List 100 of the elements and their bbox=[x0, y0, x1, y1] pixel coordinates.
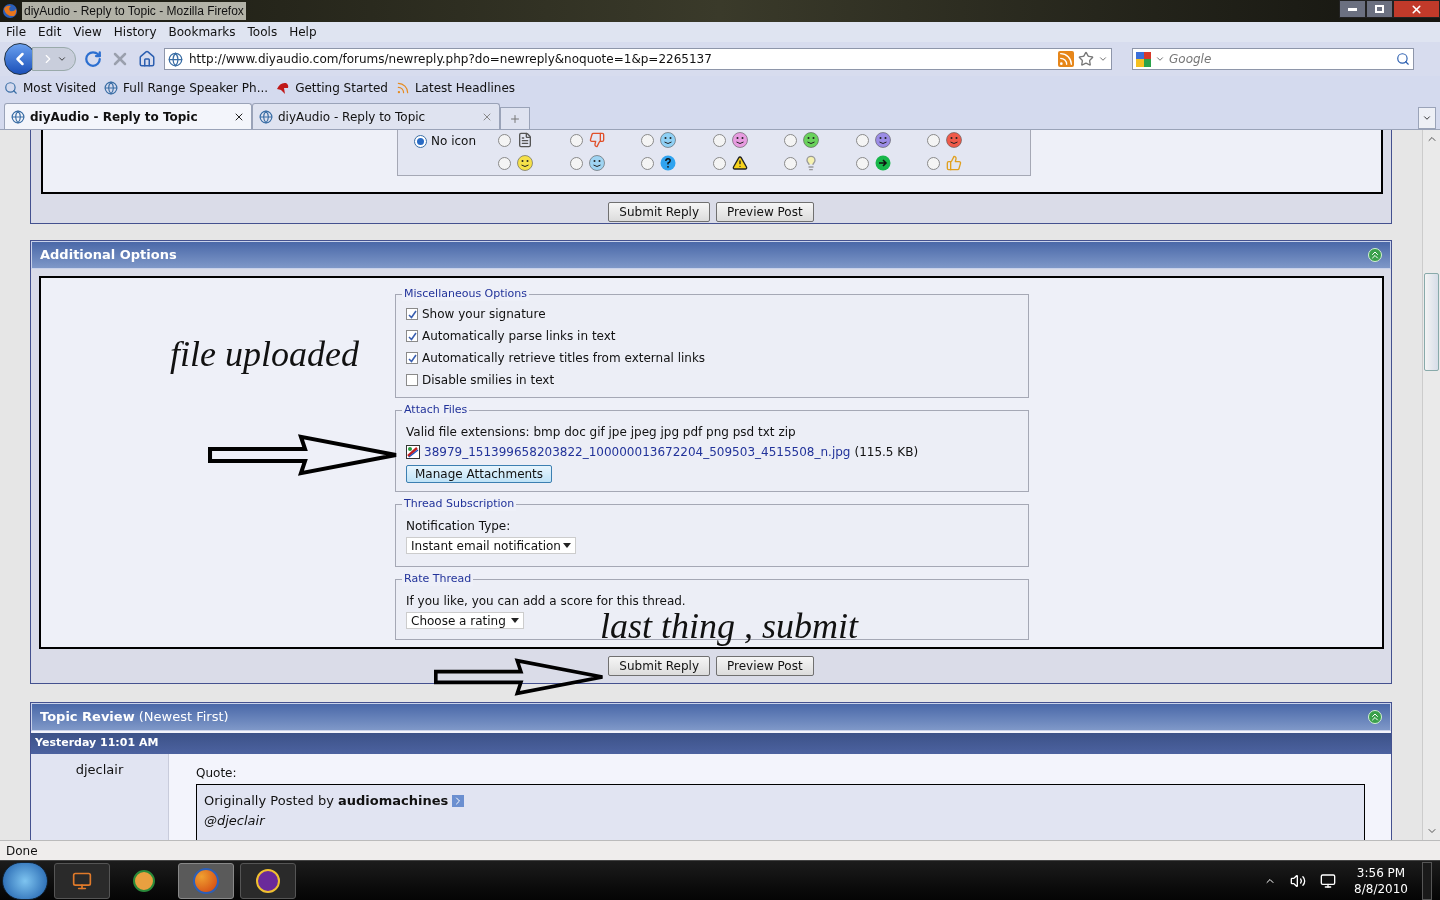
bookmark-item[interactable]: Getting Started bbox=[276, 79, 388, 97]
search-icon bbox=[1396, 52, 1410, 66]
form-button[interactable]: Submit Reply bbox=[608, 656, 710, 676]
radio-button[interactable] bbox=[641, 133, 654, 147]
sunglasses-face-icon bbox=[588, 155, 605, 171]
clock[interactable]: 3:56 PM 8/8/2010 bbox=[1354, 864, 1408, 897]
restore-button[interactable] bbox=[1366, 0, 1393, 18]
radio-button[interactable] bbox=[498, 156, 511, 170]
extensions-text: Valid file extensions: bmp doc gif jpe jpeg jpg pdf png psd txt zip bbox=[406, 424, 797, 441]
radio-button[interactable] bbox=[927, 156, 940, 170]
collapse-icon[interactable] bbox=[1368, 248, 1382, 262]
caret-icon bbox=[57, 54, 67, 64]
browser-tab[interactable]: diyAudio - Reply to Topic bbox=[4, 103, 252, 129]
close-button[interactable] bbox=[1393, 0, 1440, 18]
menu-item[interactable]: Tools bbox=[247, 23, 278, 41]
monitor-icon bbox=[72, 870, 92, 891]
arrow-circle-icon bbox=[874, 155, 891, 171]
menu-item[interactable]: Help bbox=[289, 23, 317, 41]
checkbox[interactable] bbox=[406, 330, 418, 342]
globe-icon bbox=[168, 51, 183, 67]
post-date: Yesterday 11:01 AM bbox=[35, 735, 159, 752]
manage-attachments-button[interactable]: Manage Attachments bbox=[406, 465, 553, 483]
taskbar-app-icon[interactable] bbox=[54, 862, 110, 899]
field-label: Notification Type: bbox=[406, 518, 512, 535]
minimize-button[interactable] bbox=[1339, 0, 1366, 18]
dropdown-icon bbox=[1098, 54, 1108, 64]
form-button[interactable]: Preview Post bbox=[716, 202, 814, 222]
smiley-icon bbox=[517, 155, 533, 171]
angry-face-icon bbox=[946, 132, 962, 148]
globe-icon bbox=[259, 109, 273, 124]
bird-icon bbox=[276, 81, 291, 95]
form-button[interactable]: Submit Reply bbox=[608, 202, 710, 222]
radio-button[interactable] bbox=[855, 133, 869, 147]
radio-button[interactable] bbox=[784, 156, 797, 170]
google-logo-icon bbox=[1136, 51, 1151, 67]
firefox-logo-icon bbox=[2, 3, 18, 19]
bookmark-item[interactable]: Latest Headlines bbox=[395, 79, 516, 97]
panel-title: Topic Review (Newest First) bbox=[40, 708, 229, 727]
file-link[interactable]: 38979_151399658203822_100000013672204_509503_4515508_n.jpg bbox=[424, 443, 851, 461]
radio-button[interactable] bbox=[641, 156, 654, 170]
reload-button[interactable] bbox=[84, 50, 102, 68]
start-button[interactable] bbox=[2, 861, 48, 900]
browser-tab[interactable]: diyAudio - Reply to Topic bbox=[252, 103, 500, 129]
new-tab-button[interactable] bbox=[500, 107, 530, 129]
search-box[interactable]: Google bbox=[1132, 48, 1414, 70]
radio-button[interactable] bbox=[784, 133, 797, 147]
tab-list-button[interactable] bbox=[1418, 107, 1436, 129]
frown-icon bbox=[874, 132, 891, 148]
home-icon bbox=[138, 50, 156, 68]
checkbox[interactable] bbox=[406, 352, 418, 364]
volume-icon[interactable] bbox=[1290, 872, 1307, 889]
checkbox[interactable] bbox=[406, 374, 418, 386]
messenger-taskbar-icon[interactable] bbox=[240, 862, 296, 899]
thumbs-down-icon bbox=[588, 132, 605, 148]
menu-item[interactable]: History bbox=[113, 23, 157, 41]
radio-button[interactable] bbox=[414, 134, 427, 148]
grin-icon bbox=[803, 132, 819, 148]
form-button[interactable]: Preview Post bbox=[716, 656, 814, 676]
menu-item[interactable]: View bbox=[73, 23, 102, 41]
checkbox-label: Automatically parse links in text bbox=[422, 328, 616, 345]
quote-label: Quote: bbox=[196, 765, 238, 782]
home-button[interactable] bbox=[138, 50, 156, 68]
radio-button[interactable] bbox=[569, 133, 583, 147]
checkbox[interactable] bbox=[406, 308, 418, 320]
lightbulb-icon bbox=[803, 155, 819, 171]
address-field[interactable]: http://www.diyaudio.com/forums/newreply.php?do=newreply&noquote=1&p=2265137 bbox=[164, 48, 1112, 70]
caret-icon bbox=[511, 618, 519, 623]
radio-button[interactable] bbox=[569, 156, 583, 170]
search-field[interactable]: Google bbox=[1169, 50, 1392, 68]
caret-icon bbox=[1422, 113, 1432, 123]
checkbox-label: Show your signature bbox=[422, 306, 546, 323]
scroll-thumb[interactable] bbox=[1424, 273, 1439, 371]
feed-icon bbox=[395, 81, 410, 95]
radio-button[interactable] bbox=[712, 133, 726, 147]
fieldset-legend: Thread Subscription bbox=[402, 497, 517, 511]
image-file-icon bbox=[406, 445, 420, 459]
view-post-icon[interactable] bbox=[452, 794, 465, 807]
status-text: Done bbox=[6, 842, 38, 860]
show-desktop-button[interactable] bbox=[1422, 861, 1432, 900]
dropdown[interactable]: Instant email notification bbox=[406, 537, 576, 554]
radio-button[interactable] bbox=[855, 156, 869, 170]
bookmark-item[interactable]: Full Range Speaker Ph... bbox=[104, 79, 269, 97]
scrollbar[interactable] bbox=[1422, 130, 1440, 840]
radio-button[interactable] bbox=[927, 133, 940, 147]
network-icon[interactable] bbox=[1320, 872, 1337, 889]
collapse-icon[interactable] bbox=[1368, 710, 1382, 724]
checkbox-label: Disable smilies in text bbox=[422, 372, 555, 389]
radio-button[interactable] bbox=[498, 133, 511, 147]
menu-item[interactable]: File bbox=[6, 23, 27, 41]
dropdown[interactable]: Choose a rating bbox=[406, 612, 524, 629]
firefox-taskbar-icon[interactable] bbox=[178, 862, 234, 899]
caret-icon bbox=[563, 543, 571, 548]
quote-text: @djeclair bbox=[204, 811, 266, 830]
reload-icon bbox=[84, 50, 102, 68]
rating-text: If you like, you can add a score for this thread. bbox=[406, 593, 687, 610]
menu-item[interactable]: Edit bbox=[38, 23, 62, 41]
bookmark-item[interactable]: Most Visited bbox=[4, 79, 97, 97]
menu-item[interactable]: Bookmarks bbox=[168, 23, 236, 41]
smiley-icon bbox=[660, 132, 676, 148]
radio-button[interactable] bbox=[712, 156, 726, 170]
